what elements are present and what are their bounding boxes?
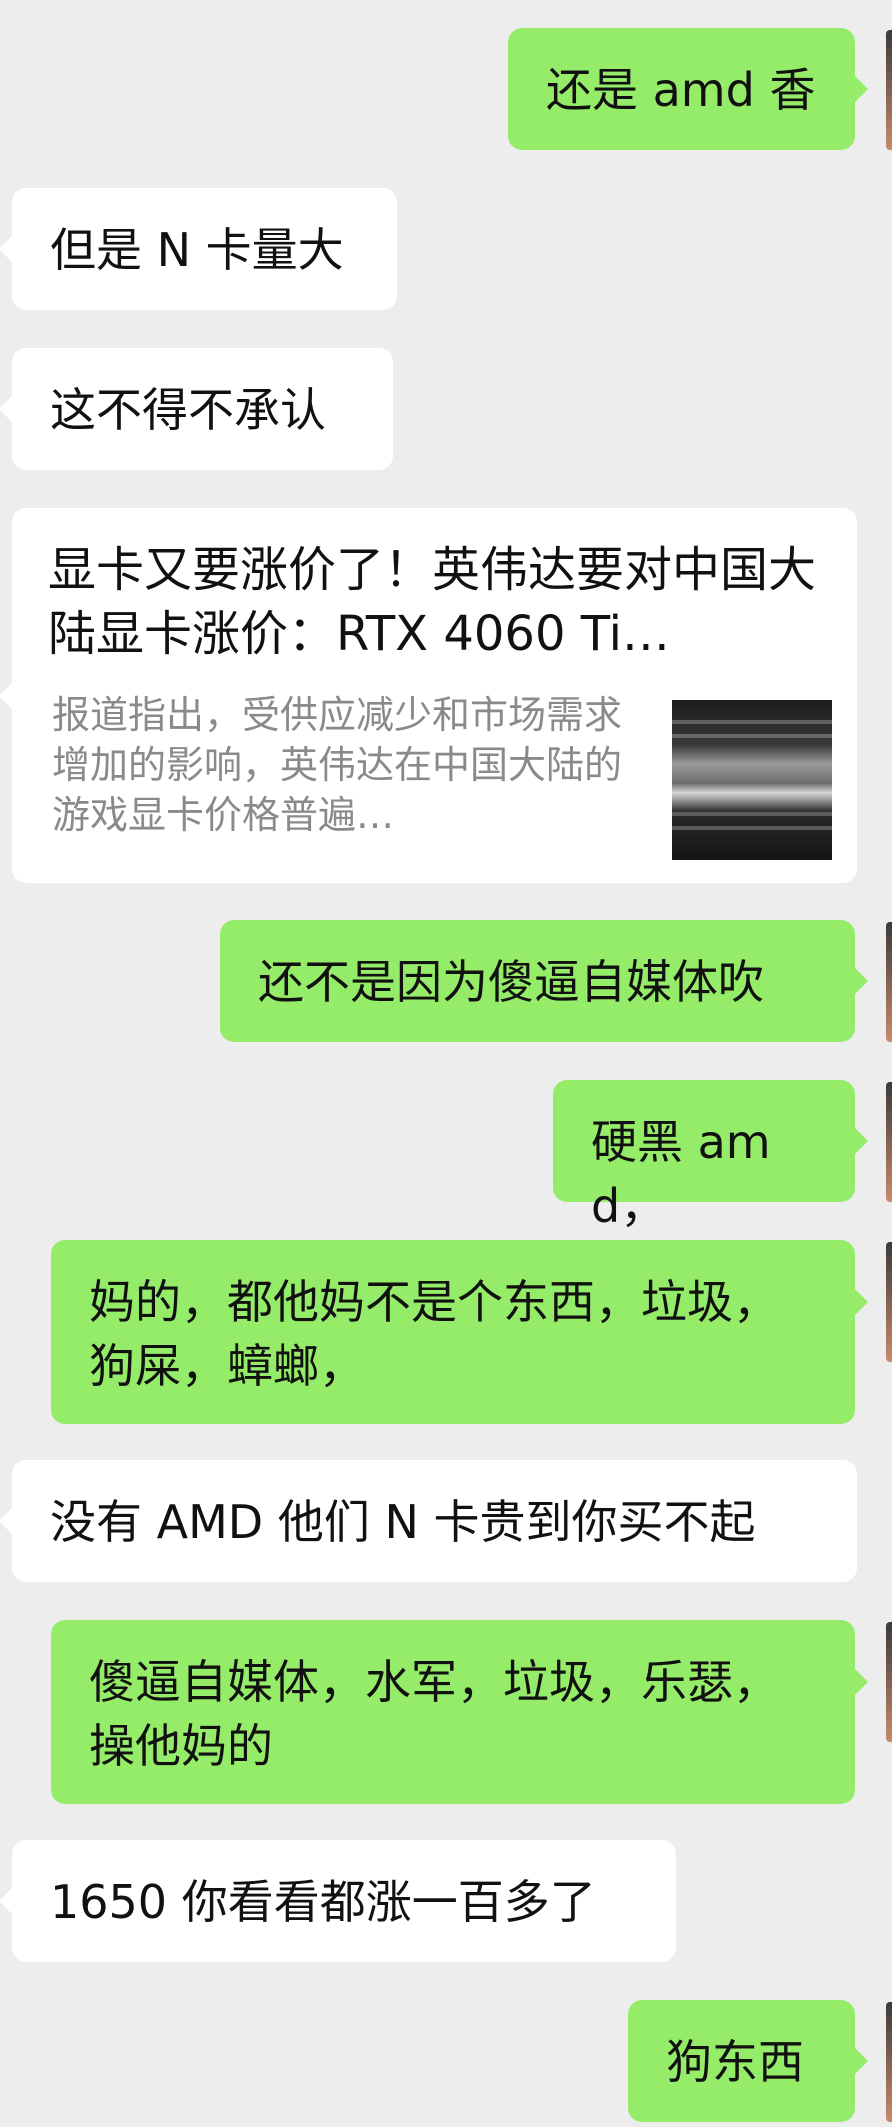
message-bubble-incoming[interactable]: 1650 你看看都涨一百多了 xyxy=(0,1840,676,1962)
message-bubble-outgoing[interactable]: 硬黑 amd， xyxy=(553,1080,868,1233)
message-text: 还是 amd 香 xyxy=(546,63,816,117)
avatar[interactable] xyxy=(886,30,892,150)
message-text: 傻逼自媒体，水军，垃圾，乐瑟，操他妈的 xyxy=(89,1655,779,1773)
link-card-title: 显卡又要涨价了！英伟达要对中国大陆显卡涨价：RTX 4060 Ti… xyxy=(48,542,817,662)
message-text: 妈的，都他妈不是个东西，垃圾，狗屎，蟑螂， xyxy=(89,1275,779,1393)
link-card-thumbnail xyxy=(672,700,832,860)
link-card-description: 报道指出，受供应减少和市场需求增加的影响，英伟达在中国大陆的游戏显卡价格普遍… xyxy=(52,693,622,837)
message-bubble-outgoing[interactable]: 还不是因为傻逼自媒体吹 xyxy=(220,920,868,1042)
message-text: 这不得不承认 xyxy=(50,383,326,437)
message-text: 硬黑 amd， xyxy=(591,1115,771,1233)
avatar[interactable] xyxy=(886,1082,892,1202)
message-bubble-outgoing[interactable]: 还是 amd 香 xyxy=(508,28,868,150)
message-bubble-outgoing[interactable]: 狗东西 xyxy=(628,2000,868,2122)
message-text: 1650 你看看都涨一百多了 xyxy=(50,1875,596,1929)
avatar[interactable] xyxy=(886,1622,892,1742)
avatar[interactable] xyxy=(886,922,892,1042)
message-text: 没有 AMD 他们 N 卡贵到你买不起 xyxy=(50,1495,756,1549)
link-card[interactable]: 显卡又要涨价了！英伟达要对中国大陆显卡涨价：RTX 4060 Ti… 报道指出，… xyxy=(0,508,857,883)
message-bubble-incoming[interactable]: 没有 AMD 他们 N 卡贵到你买不起 xyxy=(0,1460,857,1582)
message-text: 还不是因为傻逼自媒体吹 xyxy=(258,955,764,1009)
avatar[interactable] xyxy=(886,1242,892,1362)
message-bubble-incoming[interactable]: 这不得不承认 xyxy=(0,348,393,470)
message-text: 狗东西 xyxy=(666,2035,804,2089)
message-bubble-incoming[interactable]: 但是 N 卡量大 xyxy=(0,188,397,310)
avatar[interactable] xyxy=(886,2002,892,2122)
message-text: 但是 N 卡量大 xyxy=(50,223,344,277)
message-bubble-outgoing[interactable]: 妈的，都他妈不是个东西，垃圾，狗屎，蟑螂， xyxy=(51,1240,868,1424)
message-bubble-outgoing[interactable]: 傻逼自媒体，水军，垃圾，乐瑟，操他妈的 xyxy=(51,1620,868,1804)
